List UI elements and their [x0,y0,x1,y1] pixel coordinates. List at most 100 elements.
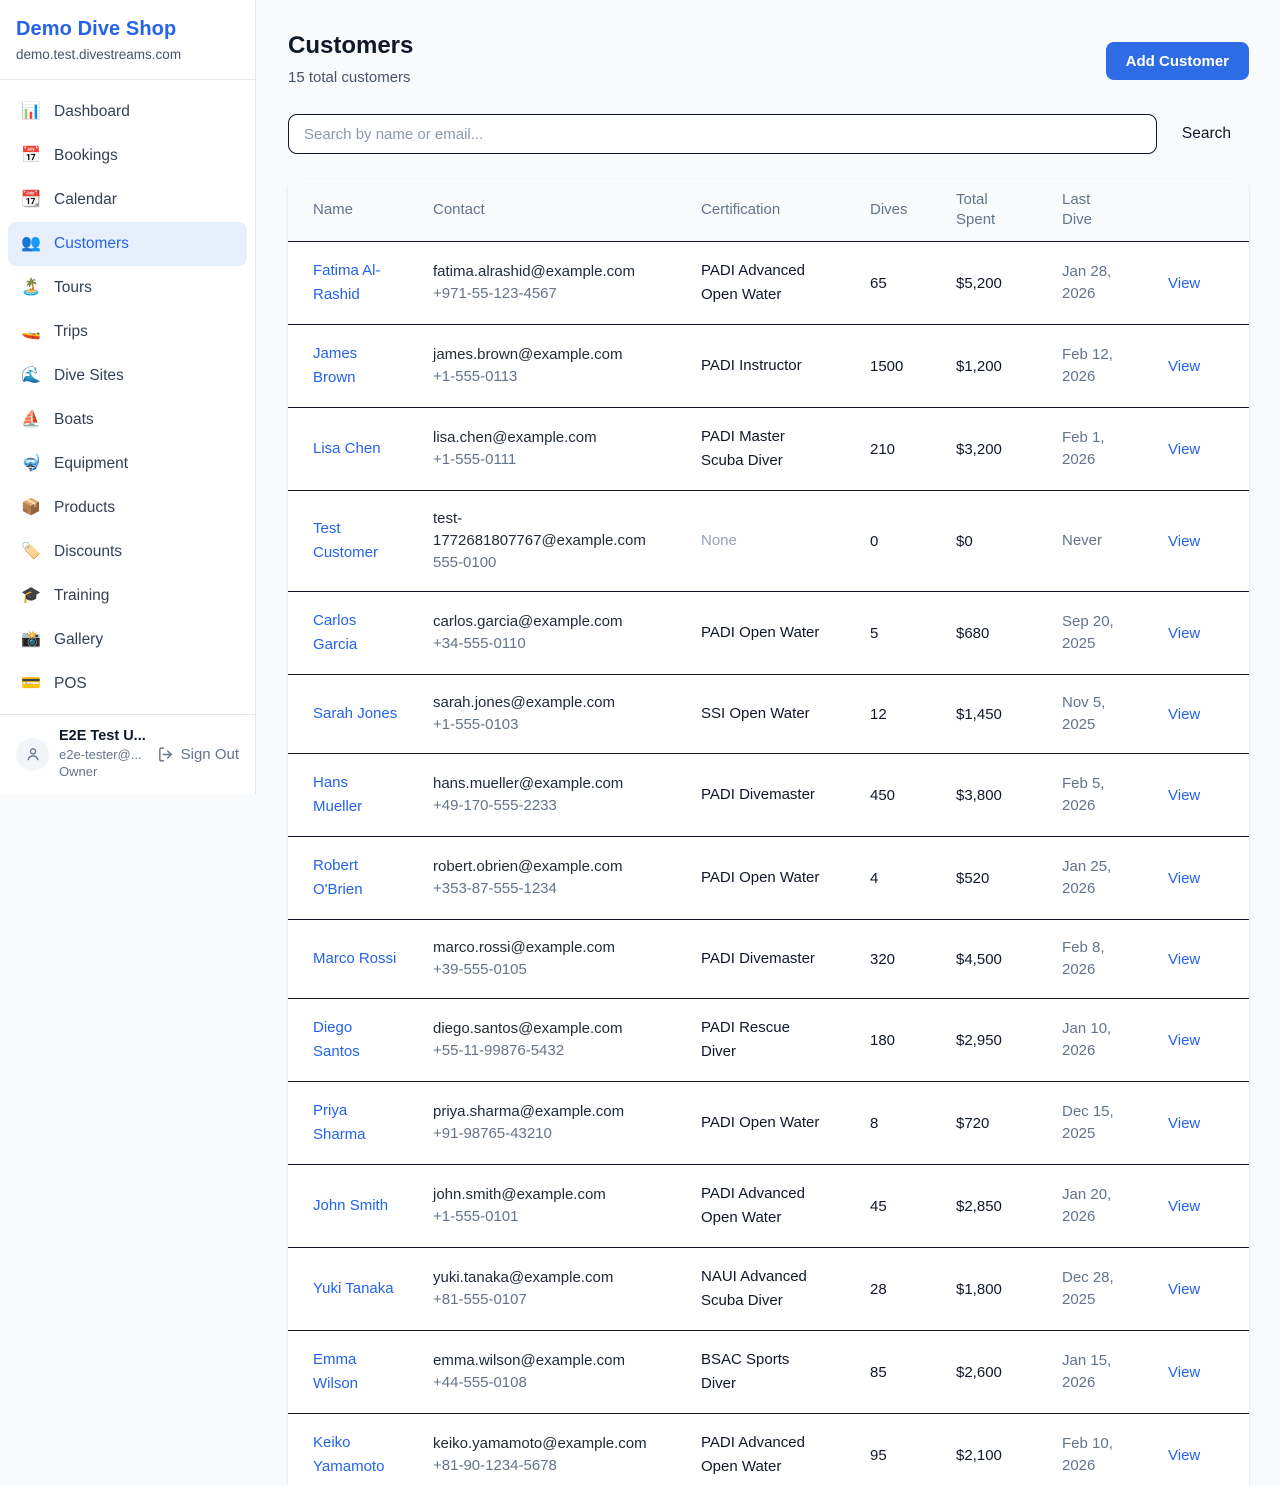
customer-email: diego.santos@example.com [433,1018,643,1040]
sidebar-nav: 📊 Dashboard 📅 Bookings 📆 Calendar 👥 Cust… [0,80,255,714]
sidebar-item-label: Calendar [54,191,117,209]
customer-name-link[interactable]: Keiko Yamamoto [313,1431,401,1479]
customer-name-link[interactable]: Hans Mueller [313,771,401,819]
sidebar-item-boats[interactable]: ⛵ Boats [8,398,247,442]
bar-chart-icon: 📊 [21,104,41,120]
table-row: Hans Mueller hans.mueller@example.com +4… [288,754,1249,837]
sidebar-item-pos[interactable]: 💳 POS [8,662,247,706]
customer-dives: 28 [870,1248,956,1331]
customer-email: emma.wilson@example.com [433,1350,643,1372]
search-input[interactable] [288,114,1157,154]
customer-dives: 210 [870,408,956,491]
add-customer-button[interactable]: Add Customer [1106,42,1249,80]
search-button[interactable]: Search [1182,125,1231,143]
customer-dives: 12 [870,675,956,754]
customer-count: 15 total customers [288,69,413,86]
customer-dives: 8 [870,1082,956,1165]
customer-email: yuki.tanaka@example.com [433,1267,643,1289]
view-customer-link[interactable]: View [1168,533,1200,550]
customer-name-link[interactable]: James Brown [313,342,401,390]
view-customer-link[interactable]: View [1168,275,1200,292]
customer-last-dive: Feb 10, 2026 [1062,1433,1124,1477]
sidebar-item-calendar[interactable]: 📆 Calendar [8,178,247,222]
customer-name-link[interactable]: Carlos Garcia [313,609,401,657]
customer-certification: PADI Master Scuba Diver [701,425,823,473]
user-section: E2E Test U... e2e-tester@... Owner Sign … [0,714,255,794]
view-customer-link[interactable]: View [1168,706,1200,723]
view-customer-link[interactable]: View [1168,1032,1200,1049]
customer-last-dive: Dec 28, 2025 [1062,1267,1124,1311]
customer-name-link[interactable]: Lisa Chen [313,437,381,461]
customer-last-dive: Jan 10, 2026 [1062,1018,1124,1062]
customer-name-link[interactable]: Marco Rossi [313,947,396,971]
customer-phone: +1-555-0101 [433,1206,693,1228]
customer-name-link[interactable]: Test Customer [313,517,401,565]
customer-name-link[interactable]: Priya Sharma [313,1099,401,1147]
view-customer-link[interactable]: View [1168,1364,1200,1381]
view-customer-link[interactable]: View [1168,787,1200,804]
table-row: John Smith john.smith@example.com +1-555… [288,1165,1249,1248]
view-customer-link[interactable]: View [1168,1447,1200,1464]
wave-icon: 🌊 [21,368,41,384]
customer-email: john.smith@example.com [433,1184,643,1206]
view-customer-link[interactable]: View [1168,1198,1200,1215]
view-customer-link[interactable]: View [1168,625,1200,642]
sidebar-item-tours[interactable]: 🏝️ Tours [8,266,247,310]
sidebar-item-trips[interactable]: 🚤 Trips [8,310,247,354]
column-header-name: Name [288,179,433,242]
customer-certification: SSI Open Water [701,702,823,726]
customer-phone: +971-55-123-4567 [433,283,693,305]
table-row: Keiko Yamamoto keiko.yamamoto@example.co… [288,1414,1249,1485]
sidebar-item-bookings[interactable]: 📅 Bookings [8,134,247,178]
customer-total-spent: $2,950 [956,999,1062,1082]
customer-dives: 85 [870,1331,956,1414]
customer-email: hans.mueller@example.com [433,773,643,795]
customer-last-dive: Feb 8, 2026 [1062,937,1124,981]
sidebar-item-label: Boats [54,411,94,429]
customer-name-link[interactable]: Yuki Tanaka [313,1277,394,1301]
customer-certification: PADI Open Water [701,621,823,645]
customer-name-link[interactable]: Diego Santos [313,1016,401,1064]
sidebar-item-label: Equipment [54,455,128,473]
customer-dives: 1500 [870,325,956,408]
view-customer-link[interactable]: View [1168,870,1200,887]
sidebar-item-training[interactable]: 🎓 Training [8,574,247,618]
sidebar-item-products[interactable]: 📦 Products [8,486,247,530]
customer-total-spent: $3,200 [956,408,1062,491]
sign-out-button[interactable]: Sign Out [157,746,239,763]
view-customer-link[interactable]: View [1168,358,1200,375]
table-row: Lisa Chen lisa.chen@example.com +1-555-0… [288,408,1249,491]
main-content: Customers 15 total customers Add Custome… [256,0,1280,1485]
customer-total-spent: $2,100 [956,1414,1062,1485]
customer-name-link[interactable]: Robert O'Brien [313,854,401,902]
sidebar-item-customers[interactable]: 👥 Customers [8,222,247,266]
user-role: Owner [59,763,147,780]
sidebar-item-label: POS [54,675,87,693]
sidebar-item-dive-sites[interactable]: 🌊 Dive Sites [8,354,247,398]
view-customer-link[interactable]: View [1168,1281,1200,1298]
customer-name-link[interactable]: Emma Wilson [313,1348,401,1396]
view-customer-link[interactable]: View [1168,1115,1200,1132]
customer-last-dive: Sep 20, 2025 [1062,611,1124,655]
sidebar-item-dashboard[interactable]: 📊 Dashboard [8,90,247,134]
customer-name-link[interactable]: Fatima Al-Rashid [313,259,401,307]
table-row: Test Customer test-1772681807767@example… [288,491,1249,592]
customer-name-link[interactable]: John Smith [313,1194,388,1218]
table-row: Fatima Al-Rashid fatima.alrashid@example… [288,242,1249,325]
customer-phone: +1-555-0113 [433,366,693,388]
column-header-contact: Contact [433,179,701,242]
sidebar-item-equipment[interactable]: 🤿 Equipment [8,442,247,486]
customer-total-spent: $2,600 [956,1331,1062,1414]
customer-phone: +44-555-0108 [433,1372,693,1394]
customers-table-card: Name Contact Certification Dives Total S… [288,179,1249,1485]
sidebar-item-gallery[interactable]: 📸 Gallery [8,618,247,662]
customer-certification: PADI Advanced Open Water [701,1431,823,1479]
sidebar-item-discounts[interactable]: 🏷️ Discounts [8,530,247,574]
customer-phone: +34-555-0110 [433,633,693,655]
customer-last-dive: Jan 25, 2026 [1062,856,1124,900]
view-customer-link[interactable]: View [1168,441,1200,458]
sidebar-item-label: Bookings [54,147,118,165]
customer-name-link[interactable]: Sarah Jones [313,702,397,726]
view-customer-link[interactable]: View [1168,951,1200,968]
customer-certification: PADI Open Water [701,866,823,890]
